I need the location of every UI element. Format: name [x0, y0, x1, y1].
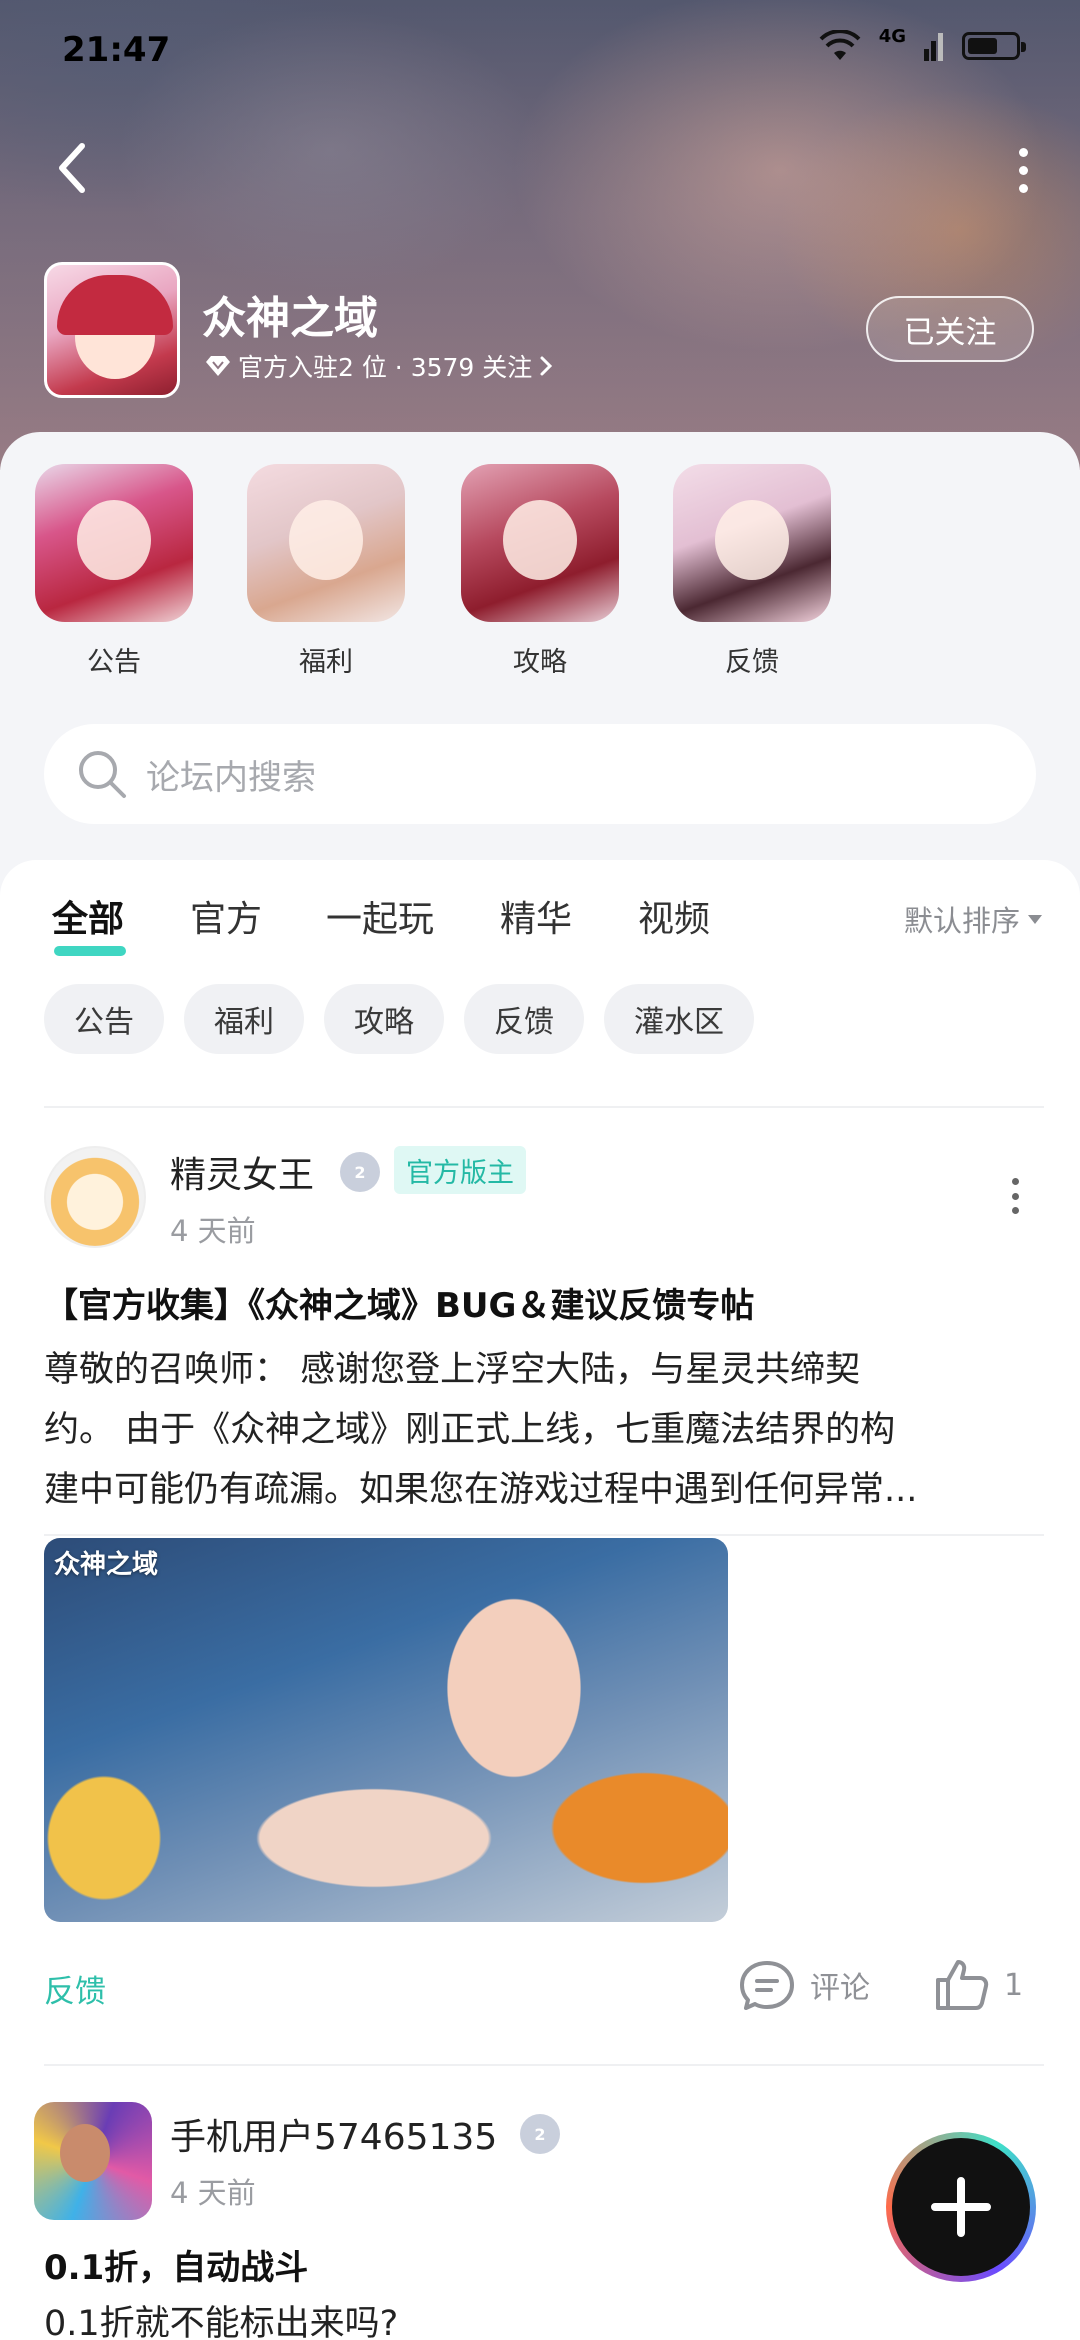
role-badge: 官方版主: [394, 1146, 526, 1194]
chip-chat[interactable]: 灌水区: [604, 984, 754, 1054]
shortcut-label: 福利: [299, 647, 353, 678]
chevron-right-icon: [540, 356, 553, 376]
forum-title: 众神之域: [202, 293, 378, 344]
post-body: 尊敬的召唤师： 感谢您登上浮空大陆，与星灵共缔契 约。 由于《众神之域》刚正式上…: [44, 1340, 1036, 1520]
status-time: 21:47: [62, 30, 171, 70]
comment-button[interactable]: 评论: [738, 1958, 870, 2012]
search-icon: [79, 751, 126, 798]
status-bar: 21:47 4G: [0, 0, 1080, 100]
signal-icon: [924, 33, 943, 61]
level-badge: 2: [340, 1152, 380, 1192]
post-body-line: 0.1折就不能标出来吗?: [44, 2304, 399, 2340]
tab-official[interactable]: 官方: [190, 890, 262, 942]
post-body: 0.1折就不能标出来吗?: [44, 2294, 1036, 2340]
post-body-line: 建中可能仍有疏漏。如果您在游戏过程中遇到任何异常...: [44, 1470, 918, 1510]
comment-label: 评论: [810, 1971, 870, 2006]
shortcut-guide[interactable]: 攻略: [460, 464, 620, 679]
shortcut-announcement[interactable]: 公告: [34, 464, 194, 679]
sort-label: 默认排序: [903, 904, 1020, 938]
shortcut-image: [247, 464, 405, 622]
battery-icon: [962, 32, 1026, 60]
chip-guide[interactable]: 攻略: [324, 984, 444, 1054]
sort-dropdown[interactable]: 默认排序: [904, 898, 1042, 940]
back-button[interactable]: [52, 140, 102, 200]
forum-meta[interactable]: 官方入驻2 位 · 3579 关注: [204, 348, 554, 384]
chip-welfare[interactable]: 福利: [184, 984, 304, 1054]
shortcut-image: [35, 464, 193, 622]
chip-feedback[interactable]: 反馈: [464, 984, 584, 1054]
divider: [44, 2064, 1044, 2066]
post-body-line: 约。 由于《众神之域》刚正式上线，七重魔法结界的构: [44, 1410, 896, 1450]
post-title: 【官方收集】《众神之域》BUG＆建议反馈专帖: [44, 1286, 755, 1326]
shortcut-row: 公告 福利 攻略 反馈: [0, 464, 1080, 678]
tab-featured[interactable]: 精华: [500, 890, 572, 942]
status-icons: 4G: [819, 26, 1026, 62]
author-name[interactable]: 精灵女王: [170, 1146, 314, 1198]
avatar[interactable]: [44, 1146, 146, 1248]
thumbs-up-icon: [936, 1960, 989, 2010]
shortcut-feedback[interactable]: 反馈: [672, 464, 832, 679]
tab-play-together[interactable]: 一起玩: [326, 890, 434, 942]
post-image[interactable]: 众神之域: [44, 1538, 728, 1922]
tab-underline: [54, 946, 126, 956]
shortcut-label: 公告: [87, 647, 141, 678]
tab-all[interactable]: 全部: [52, 890, 124, 942]
plus-icon: [931, 2177, 991, 2237]
like-button[interactable]: 1: [934, 1958, 1023, 2012]
category-chips: 公告 福利 攻略 反馈 灌水区: [44, 984, 754, 1054]
chip-announcement[interactable]: 公告: [44, 984, 164, 1054]
level-value: 2: [534, 2124, 546, 2144]
follow-button[interactable]: 已关注: [866, 296, 1034, 362]
post-more-button[interactable]: [1010, 1178, 1020, 1214]
post-image-logo: 众神之域: [54, 1550, 159, 1580]
tab-bar: 全部 官方 一起玩 精华 视频 默认排序: [0, 860, 1080, 970]
more-options-button[interactable]: [1008, 145, 1038, 195]
level-value: 2: [354, 1162, 366, 1182]
tab-video[interactable]: 视频: [638, 890, 710, 942]
wifi-icon: [819, 30, 861, 60]
comment-icon: [740, 1961, 794, 2010]
level-badge: 2: [520, 2114, 560, 2154]
shortcut-label: 攻略: [513, 647, 567, 678]
post-title: 0.1折，自动战斗: [44, 2248, 309, 2288]
search-placeholder: 论坛内搜索: [146, 757, 316, 798]
post-body-line: 尊敬的召唤师： 感谢您登上浮空大陆，与星灵共缔契: [44, 1350, 861, 1390]
author-name[interactable]: 手机用户57465135: [170, 2108, 497, 2160]
search-input[interactable]: 论坛内搜索: [44, 724, 1036, 824]
divider: [44, 1534, 1044, 1536]
network-label: 4G: [878, 25, 906, 47]
chevron-left-icon: [59, 143, 85, 193]
shortcut-image: [673, 464, 831, 622]
post-time: 4 天前: [170, 1214, 256, 1248]
create-post-button[interactable]: [886, 2132, 1036, 2282]
shortcut-image: [461, 464, 619, 622]
caret-down-icon: [1028, 914, 1042, 924]
shortcut-label: 反馈: [725, 647, 779, 678]
avatar[interactable]: [34, 2102, 152, 2220]
forum-meta-text: 官方入驻2 位 · 3579 关注: [238, 353, 533, 382]
diamond-icon: [206, 356, 230, 376]
forum-avatar: [44, 262, 180, 398]
post-time: 4 天前: [170, 2176, 256, 2210]
post-tag[interactable]: 反馈: [44, 1966, 106, 2011]
divider: [44, 1106, 1044, 1108]
like-count: 1: [1004, 1967, 1024, 2003]
shortcut-welfare[interactable]: 福利: [246, 464, 406, 679]
